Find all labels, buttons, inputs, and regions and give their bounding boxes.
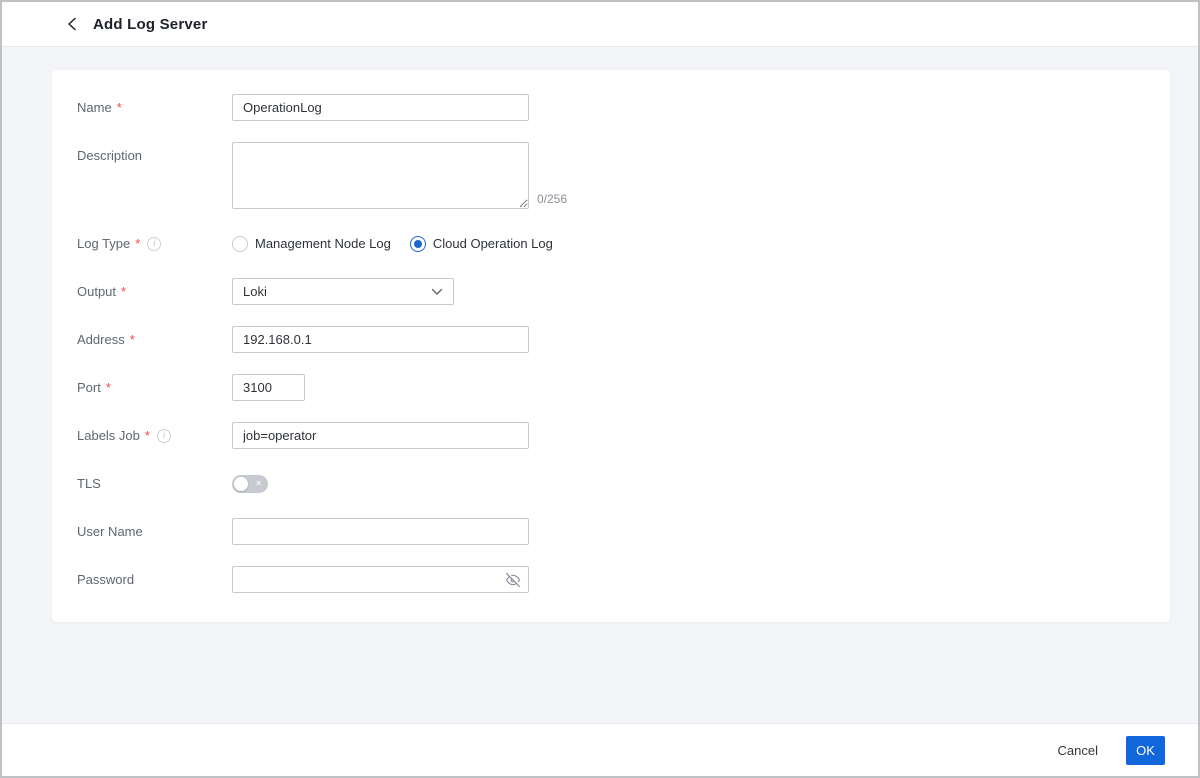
tls-label: TLS [77,476,101,491]
labels-job-label: Labels Job * i [77,422,232,449]
form-row-port: Port * [77,374,1140,401]
port-label: Port * [77,374,232,401]
page-title: Add Log Server [93,15,208,33]
required-asterisk: * [144,428,150,443]
form-row-description: Description 0/256 [77,142,1140,209]
char-counter: 0/256 [537,192,568,206]
eye-off-icon [506,572,520,587]
required-asterisk: * [121,284,127,299]
name-input[interactable] [232,94,529,121]
port-input[interactable] [232,374,305,401]
form-card: Name * Description 0/256 Log Type * i [52,70,1170,622]
cancel-button[interactable]: Cancel [1056,737,1100,764]
ok-button[interactable]: OK [1126,735,1165,765]
radio-icon [409,235,426,252]
action-footer: Cancel OK [2,723,1198,776]
chevron-left-icon [68,17,76,31]
user-name-input[interactable] [232,518,529,545]
password-visibility-button[interactable] [506,572,520,587]
required-asterisk: * [135,236,141,251]
address-input[interactable] [232,326,529,353]
address-label: Address * [77,326,232,353]
password-input[interactable] [232,566,529,593]
labels-job-input[interactable] [232,422,529,449]
toggle-knob [234,476,248,491]
user-name-label: User Name [77,524,143,539]
output-label: Output * [77,278,232,305]
form-row-labels-job: Labels Job * i [77,422,1140,449]
radio-cloud-operation-log[interactable]: Cloud Operation Log [409,235,553,252]
log-type-radio-group: Management Node Log Cloud Operation Log [232,230,553,257]
required-asterisk: * [116,100,122,115]
radio-management-node-log[interactable]: Management Node Log [232,235,391,252]
page-header: Add Log Server [2,2,1198,47]
form-row-address: Address * [77,326,1140,353]
toggle-off-icon: ✕ [255,478,262,488]
name-label: Name * [77,94,232,121]
required-asterisk: * [129,332,135,347]
password-label: Password [77,572,135,587]
description-textarea[interactable] [232,142,529,209]
description-label: Description [77,148,143,163]
form-row-password: Password [77,566,1140,593]
info-icon[interactable]: i [156,428,171,443]
chevron-down-icon [431,288,443,295]
back-button[interactable] [64,16,80,32]
output-select-value: Loki [243,284,267,299]
page-body: Name * Description 0/256 Log Type * i [2,47,1198,723]
form-row-log-type: Log Type * i Management Node Log Cloud O… [77,230,1140,257]
form-row-output: Output * Loki [77,278,1140,305]
radio-icon [232,235,248,252]
log-type-label: Log Type * i [77,230,232,257]
form-row-user-name: User Name [77,518,1140,545]
form-row-name: Name * [77,94,1140,121]
tls-toggle[interactable]: ✕ [232,474,268,493]
output-select[interactable]: Loki [232,278,454,305]
info-icon[interactable]: i [147,236,162,251]
required-asterisk: * [105,380,111,395]
form-row-tls: TLS ✕ [77,470,1140,497]
